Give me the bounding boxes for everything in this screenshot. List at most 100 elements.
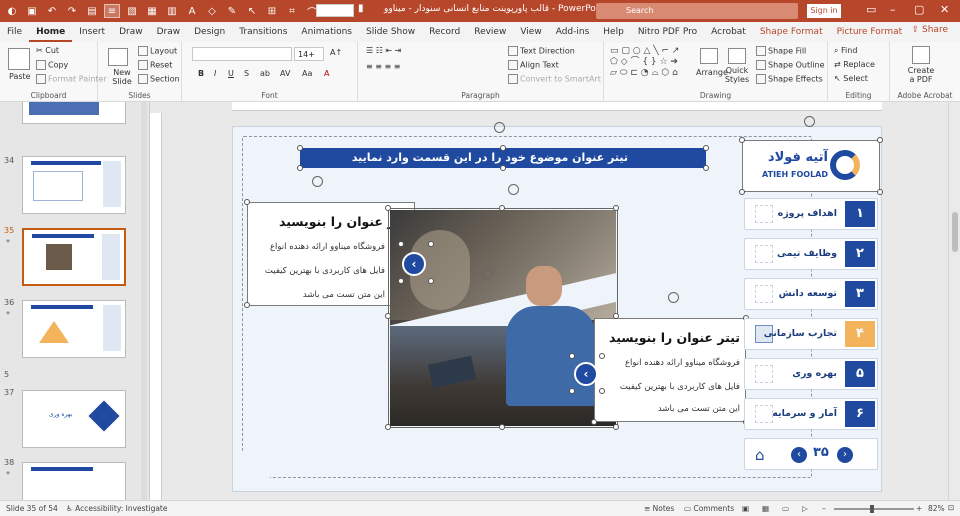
bold-button[interactable]: B [198, 69, 204, 78]
resize-handle[interactable] [499, 424, 505, 430]
paste-button[interactable]: Paste [9, 72, 31, 81]
slideshow-view-icon[interactable]: ▷ [802, 504, 808, 513]
tab-animations[interactable]: Animations [294, 22, 359, 42]
previous-icon[interactable]: ‹ [791, 447, 807, 463]
resize-handle[interactable] [703, 145, 709, 151]
shapes-gallery[interactable]: ▭ ▢ ○ △ ╲ ⌐ ↗ ⬠ ◇ ⌒ { } ☆ ➔ ▱ ⬭ ⊏ ◔ ⌓ ⬡ ⌂ [610, 46, 694, 82]
sorter-view-icon[interactable]: ▦ [762, 504, 769, 513]
shape-outline-button[interactable]: Shape Outline [756, 60, 825, 70]
rotate-handle-icon[interactable] [508, 184, 519, 195]
tab-add-ins[interactable]: Add-ins [549, 22, 597, 42]
scrollbar-thumb[interactable] [952, 212, 958, 252]
resize-handle[interactable] [613, 424, 619, 430]
nav-item-1[interactable]: اهداف پروژه ۱ [744, 198, 878, 230]
quick-styles-button[interactable]: Quick Styles [724, 66, 750, 84]
tab-draw-2[interactable]: Draw [150, 22, 188, 42]
next-icon[interactable]: › [837, 447, 853, 463]
copy-button[interactable]: Copy [36, 60, 68, 70]
resize-handle[interactable] [297, 165, 303, 171]
tab-acrobat[interactable]: Acrobat [704, 22, 753, 42]
image-icon[interactable]: ▧ [124, 4, 140, 18]
resize-handle[interactable] [428, 278, 434, 284]
resize-handle[interactable] [877, 189, 883, 195]
save-icon[interactable]: ▣ [24, 4, 40, 18]
autosave-icon[interactable]: ◐ [4, 4, 20, 18]
list-icon[interactable]: ≡ [104, 4, 120, 18]
chevron-left-icon[interactable]: ‹ [574, 362, 598, 386]
resize-handle[interactable] [500, 145, 506, 151]
find-button[interactable]: ⌕ Find [834, 46, 857, 56]
rotate-handle-icon[interactable] [494, 122, 505, 133]
convert-smartart-button[interactable]: Convert to SmartArt [508, 74, 601, 84]
tab-design[interactable]: Design [187, 22, 232, 42]
present-icon[interactable]: ▤ [84, 4, 100, 18]
maximize-icon[interactable]: ▢ [914, 3, 924, 16]
reading-view-icon[interactable]: ▭ [782, 504, 789, 513]
resize-handle[interactable] [613, 313, 619, 319]
section-button[interactable]: Section [138, 74, 180, 84]
grow-font-icon[interactable]: A↑ [330, 48, 342, 57]
tab-help[interactable]: Help [596, 22, 631, 42]
search-input[interactable]: Search [596, 3, 798, 19]
accessibility-button[interactable]: ♿ Accessibility: Investigate [66, 504, 168, 513]
ribbon-display-icon[interactable]: ▭ [866, 3, 876, 16]
format-painter-button[interactable]: Format Painter [36, 74, 107, 84]
select-button[interactable]: ↖ Select [834, 74, 868, 83]
comments-button[interactable]: ▭ Comments [684, 504, 734, 513]
font-name-select[interactable] [192, 47, 292, 61]
nav-item-2[interactable]: وظایف تیمی ۲ [744, 238, 878, 270]
zoom-slider-thumb[interactable] [870, 505, 874, 513]
font-color-button[interactable]: A [324, 69, 329, 78]
bullets-button[interactable]: ☰ ☷ ⇤ ⇥ [366, 46, 401, 55]
slide-thumbnail-selected[interactable] [22, 228, 126, 286]
reset-button[interactable]: Reset [138, 60, 172, 70]
zoom-out-icon[interactable]: – [822, 504, 826, 513]
close-icon[interactable]: ✕ [940, 3, 949, 16]
underline-button[interactable]: U [228, 69, 234, 78]
shape-fill-button[interactable]: Shape Fill [756, 46, 806, 56]
tab-file[interactable]: File [0, 22, 29, 42]
resize-handle[interactable] [569, 388, 575, 394]
resize-handle[interactable] [591, 419, 597, 425]
vertical-scrollbar[interactable] [948, 102, 960, 500]
chevron-left-icon[interactable]: ‹ [402, 252, 426, 276]
slide-thumbnail[interactable] [22, 102, 126, 124]
resize-handle[interactable] [398, 241, 404, 247]
draw-icon[interactable]: ✎ [224, 4, 240, 18]
resize-handle[interactable] [385, 205, 391, 211]
rotate-handle-icon[interactable] [482, 268, 493, 279]
resize-handle[interactable] [385, 424, 391, 430]
slide-thumbnail[interactable] [22, 300, 126, 358]
minimize-icon[interactable]: – [890, 3, 896, 16]
cursor-icon[interactable]: ↖ [244, 4, 260, 18]
slide-thumbnail[interactable] [22, 462, 126, 500]
spacing-button[interactable]: AV [280, 69, 290, 78]
replace-button[interactable]: ⇄ Replace [834, 60, 875, 69]
resize-handle[interactable] [569, 353, 575, 359]
nav-item-5[interactable]: بهره وری ۵ [744, 358, 878, 390]
tab-picture-format[interactable]: Picture Format [830, 22, 910, 42]
strikethrough-button[interactable]: ab [260, 69, 270, 78]
resize-handle[interactable] [500, 165, 506, 171]
resize-handle[interactable] [739, 137, 745, 143]
shape-effects-button[interactable]: Shape Effects [756, 74, 823, 84]
tab-review[interactable]: Review [467, 22, 513, 42]
zoom-in-icon[interactable]: + [916, 504, 922, 513]
fit-slide-icon[interactable]: ⊡ [948, 503, 954, 512]
share-button[interactable]: ⇪ Share [912, 25, 948, 35]
sign-in-button[interactable]: Sign in [807, 4, 841, 18]
resize-handle[interactable] [703, 165, 709, 171]
rotate-handle-icon[interactable] [312, 176, 323, 187]
tab-home[interactable]: Home [29, 22, 73, 42]
resize-handle[interactable] [398, 278, 404, 284]
resize-handle[interactable] [599, 388, 605, 394]
tab-draw[interactable]: Draw [112, 22, 150, 42]
resize-handle[interactable] [244, 199, 250, 205]
tab-insert[interactable]: Insert [72, 22, 112, 42]
thumbnail-scrollbar[interactable] [141, 102, 147, 500]
slide-thumbnail[interactable] [22, 156, 126, 214]
tab-shape-format[interactable]: Shape Format [753, 22, 830, 42]
resize-handle[interactable] [385, 313, 391, 319]
home-icon[interactable]: ⌂ [755, 446, 765, 464]
resize-handle[interactable] [428, 241, 434, 247]
